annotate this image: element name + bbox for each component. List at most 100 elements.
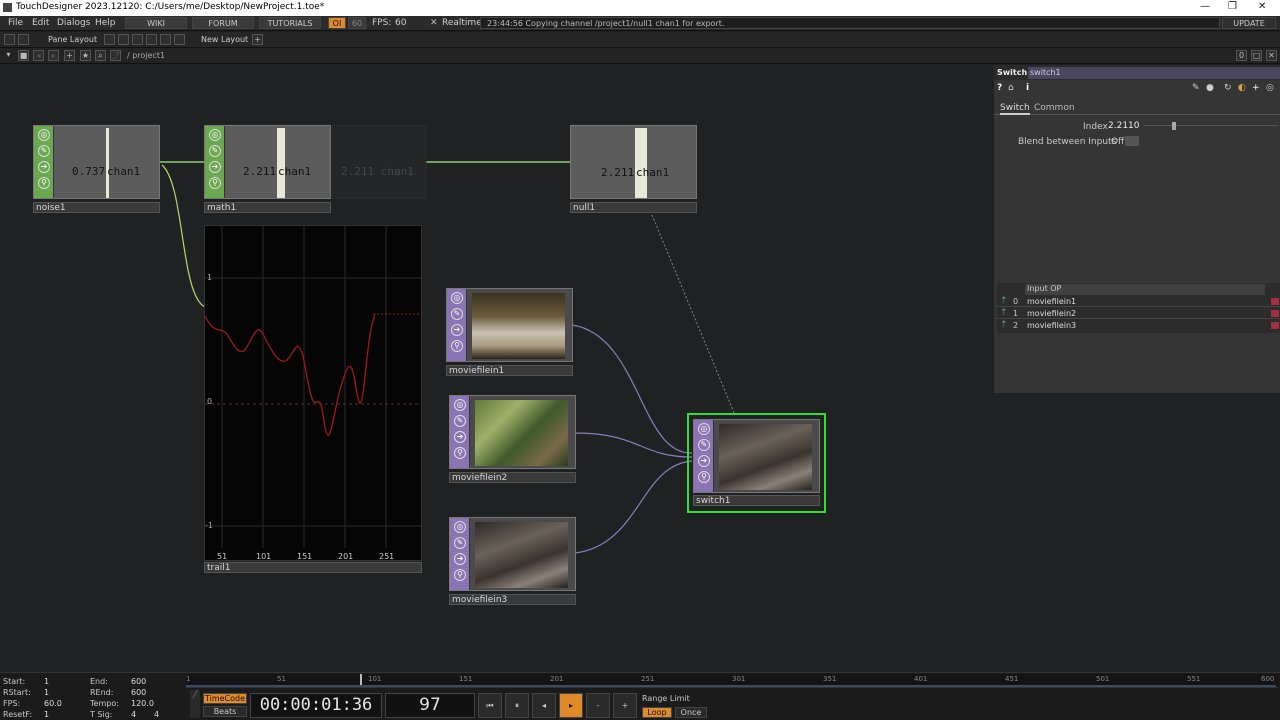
oi-button[interactable]: OI xyxy=(328,17,346,29)
lock-icon[interactable]: ⚲ xyxy=(38,177,50,189)
node-math1[interactable]: ◎ ✎ ➔ ⚲ 2.211 chan1 math1 xyxy=(204,125,332,213)
forum-button[interactable]: FORUM xyxy=(192,17,254,29)
viewer-icon[interactable]: ◎ xyxy=(209,129,221,141)
help-icon[interactable]: ? xyxy=(997,83,1002,93)
bypass-icon[interactable]: ➔ xyxy=(698,455,710,467)
node-trail1[interactable]: 1 0 -1 51 101 151 201 251 trail1 xyxy=(204,225,424,575)
realtime-close-icon[interactable]: ✕ xyxy=(430,18,438,28)
edit-icon[interactable]: ✎ xyxy=(38,145,50,157)
op-name-field[interactable]: switch1 xyxy=(1028,67,1280,79)
fps-field[interactable]: 60.0 xyxy=(44,699,62,708)
timecode-display[interactable]: 00:00:01:36 xyxy=(250,693,382,718)
python-icon[interactable]: ⌂ xyxy=(1008,83,1014,93)
menu-help[interactable]: Help xyxy=(95,18,116,28)
once-toggle[interactable]: Once xyxy=(675,707,707,718)
tsig-a-field[interactable]: 4 xyxy=(131,710,136,719)
node-moviefilein3[interactable]: ◎ ✎ ➔ ⚲ moviefilein3 xyxy=(449,517,577,605)
node-switch1[interactable]: ◎ ✎ ➔ ⚲ switch1 xyxy=(687,413,826,513)
lock-icon[interactable]: ⚲ xyxy=(209,177,221,189)
play-backward-icon[interactable]: ◂ xyxy=(532,693,556,718)
table-row[interactable]: ⇡ 1 moviefilein2 xyxy=(997,308,1280,319)
table-row[interactable]: ⇡ 2 moviefilein3 xyxy=(997,320,1280,331)
settings-icon[interactable]: ◎ xyxy=(1266,83,1274,93)
row-handle-icon[interactable]: ⇡ xyxy=(1000,296,1008,306)
tab-switch[interactable]: Switch xyxy=(1000,103,1030,115)
tutorials-button[interactable]: TUTORIALS xyxy=(259,17,321,29)
pane-six-icon[interactable] xyxy=(174,34,185,45)
maximize-icon[interactable]: ❐ xyxy=(1228,1,1237,12)
blend-toggle[interactable]: Off xyxy=(1111,137,1124,147)
bypass-icon[interactable]: ➔ xyxy=(209,161,221,173)
time-ruler[interactable]: 1 51 101 151 201 251 301 351 401 451 501… xyxy=(186,674,1278,688)
dropdown-icon[interactable]: ▾ xyxy=(3,50,14,61)
info-icon[interactable]: i xyxy=(1026,83,1029,93)
bookmark-icon[interactable]: ★ xyxy=(80,50,91,61)
index-slider-track[interactable] xyxy=(1144,125,1278,126)
stop-icon[interactable]: ■ xyxy=(18,50,29,61)
frame-display[interactable]: 97 xyxy=(385,693,475,718)
rewind-icon[interactable]: ⏮ xyxy=(478,693,502,718)
menu-dialogs[interactable]: Dialogs xyxy=(57,18,90,28)
node-moviefilein1[interactable]: ◎ ✎ ➔ ⚲ moviefilein1 xyxy=(446,288,574,376)
beats-toggle[interactable]: Beats xyxy=(203,706,247,717)
tsig-b-field[interactable]: 4 xyxy=(154,710,159,719)
row-delete-icon[interactable] xyxy=(1271,310,1279,317)
tempo-field[interactable]: 120.0 xyxy=(131,699,154,708)
pane-grid-icon[interactable] xyxy=(146,34,157,45)
blend-toggle-box[interactable] xyxy=(1125,136,1139,146)
new-layout-label[interactable]: New Layout xyxy=(201,35,248,44)
pause-icon[interactable]: ⏸ xyxy=(505,693,529,718)
minimize-icon[interactable]: — xyxy=(1200,1,1210,12)
step-forward-icon[interactable]: + xyxy=(613,693,637,718)
table-row[interactable]: ⇡ 0 moviefilein1 xyxy=(997,296,1280,307)
close-icon[interactable]: ✕ xyxy=(1258,1,1266,12)
back-icon[interactable]: ◂ xyxy=(33,50,44,61)
bypass-icon[interactable]: ➔ xyxy=(451,324,463,336)
edit-icon[interactable]: ✎ xyxy=(451,308,463,320)
rstart-field[interactable]: 1 xyxy=(44,688,49,697)
forward-icon[interactable]: ▸ xyxy=(48,50,59,61)
end-field[interactable]: 600 xyxy=(131,677,146,686)
node-label[interactable]: noise1 xyxy=(33,202,160,213)
menu-file[interactable]: File xyxy=(8,18,23,28)
viewer-icon[interactable]: ◎ xyxy=(38,129,50,141)
add-icon[interactable]: + xyxy=(1252,83,1260,93)
bypass-icon[interactable]: ➔ xyxy=(38,161,50,173)
resetf-field[interactable]: 1 xyxy=(44,710,49,719)
bypass-icon[interactable]: ➔ xyxy=(454,553,466,565)
row-delete-icon[interactable] xyxy=(1271,298,1279,305)
lock-icon[interactable]: ⚲ xyxy=(451,340,463,352)
pane-split-icon[interactable] xyxy=(104,34,115,45)
lock-icon[interactable]: ⚲ xyxy=(698,471,710,483)
node-label[interactable]: moviefilein1 xyxy=(446,365,573,376)
bypass-icon[interactable]: ➔ xyxy=(454,431,466,443)
row-op[interactable]: moviefilein2 xyxy=(1027,309,1076,318)
color-icon[interactable]: ◐ xyxy=(1238,83,1246,93)
viewer-icon[interactable]: ◎ xyxy=(454,521,466,533)
lock-icon[interactable]: ⚲ xyxy=(454,569,466,581)
node-label[interactable]: null1 xyxy=(570,202,697,213)
tab-common[interactable]: Common xyxy=(1034,103,1075,113)
edit-icon[interactable]: ✎ xyxy=(698,439,710,451)
node-null1[interactable]: 2.211 chan1 null1 xyxy=(570,125,698,213)
node-label[interactable]: trail1 xyxy=(204,562,422,573)
edit-icon[interactable]: ✎ xyxy=(454,415,466,427)
edit-icon[interactable]: ✎ xyxy=(209,145,221,157)
pane-quad-icon[interactable] xyxy=(160,34,171,45)
row-delete-icon[interactable] xyxy=(1271,322,1279,329)
edit-icon[interactable]: ✎ xyxy=(454,537,466,549)
viewer-icon[interactable]: ◎ xyxy=(451,292,463,304)
network-path[interactable]: / project1 xyxy=(127,51,165,60)
node-label[interactable]: switch1 xyxy=(693,495,820,506)
parent-icon[interactable]: ⤴ xyxy=(110,50,121,61)
pane-split-v-icon[interactable] xyxy=(132,34,143,45)
layout-icon[interactable] xyxy=(4,34,15,45)
loop-toggle[interactable]: Loop xyxy=(642,707,672,718)
node-label[interactable]: moviefilein3 xyxy=(449,594,576,605)
rend-field[interactable]: 600 xyxy=(131,688,146,697)
row-handle-icon[interactable]: ⇡ xyxy=(1000,320,1008,330)
index-field[interactable]: 2.2110 xyxy=(1108,121,1140,131)
fps-set-field[interactable]: 60 xyxy=(348,17,366,29)
row-handle-icon[interactable]: ⇡ xyxy=(1000,308,1008,318)
wiki-button[interactable]: WIKI xyxy=(125,17,187,29)
